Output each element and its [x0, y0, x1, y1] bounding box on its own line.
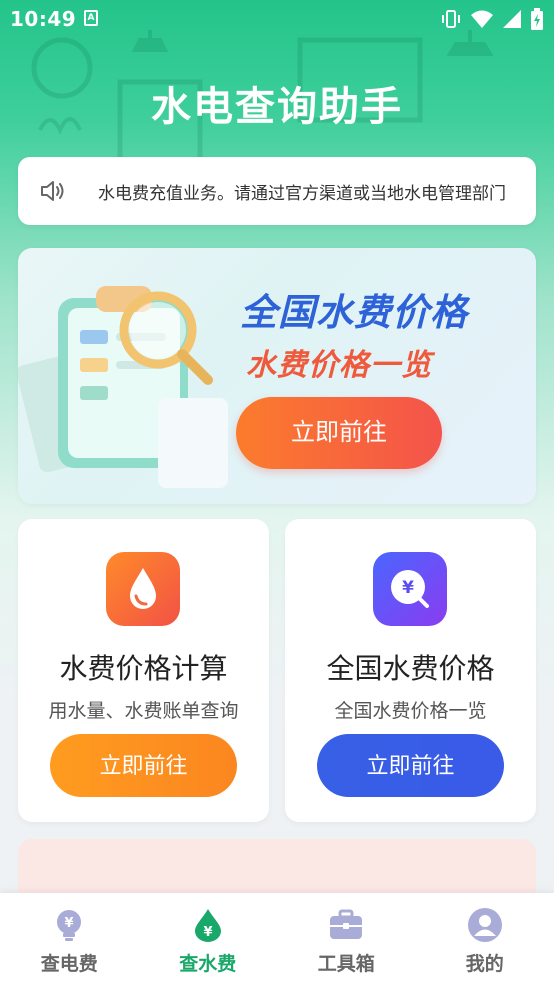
bottom-tab-bar: ¥ 查电费 ¥ 查水费 工具箱 我的 [0, 893, 554, 984]
next-card-peek [18, 839, 536, 899]
signal-icon [503, 10, 521, 28]
bulb-yuan-icon: ¥ [57, 910, 82, 941]
tab-toolbox[interactable]: 工具箱 [277, 893, 416, 984]
card-go-button[interactable]: 立即前往 [50, 734, 237, 797]
promo-banner[interactable]: 全国水费价格 水费价格一览 立即前往 [18, 248, 536, 504]
svg-text:¥: ¥ [402, 578, 414, 598]
toolbox-icon [330, 909, 363, 939]
battery-icon [531, 8, 543, 30]
status-time: 10:49 [10, 7, 77, 31]
tab-me[interactable]: 我的 [416, 893, 554, 984]
drop-yuan-icon: ¥ [194, 909, 221, 942]
card-title: 全国水费价格 [326, 652, 495, 685]
tab-label: 查水费 [179, 953, 237, 975]
card-subtitle: 用水量、水费账单查询 [48, 700, 239, 722]
banner-go-button[interactable]: 立即前往 [236, 397, 442, 469]
svg-text:¥: ¥ [203, 925, 212, 940]
tab-electricity[interactable]: ¥ 查电费 [0, 893, 139, 984]
tab-label: 工具箱 [317, 953, 375, 975]
wifi-icon [471, 10, 493, 28]
notice-bar[interactable]: 水电费充值业务。请通过官方渠道或当地水电管理部门 [18, 157, 536, 225]
yuan-search-icon: ¥ [373, 552, 447, 626]
water-drop-icon [106, 552, 180, 626]
card-subtitle: 全国水费价格一览 [334, 700, 487, 722]
app-title: 水电查询助手 [151, 84, 403, 130]
tab-water[interactable]: ¥ 查水费 [139, 893, 278, 984]
vibrate-icon [442, 10, 460, 28]
tab-label: 查电费 [40, 953, 98, 975]
speaker-icon [41, 181, 64, 201]
notice-text: 水电费充值业务。请通过官方渠道或当地水电管理部门 [98, 184, 506, 204]
card-title: 水费价格计算 [59, 652, 228, 685]
water-fee-calculator-card[interactable]: 水费价格计算 用水量、水费账单查询 立即前往 [18, 519, 269, 822]
national-water-price-card[interactable]: ¥ 全国水费价格 全国水费价格一览 立即前往 [285, 519, 536, 822]
card-go-button[interactable]: 立即前往 [317, 734, 504, 797]
keyboard-badge-icon: A [84, 10, 98, 26]
tab-label: 我的 [465, 953, 504, 975]
svg-text:¥: ¥ [65, 916, 74, 931]
banner-title: 全国水费价格 [240, 291, 468, 334]
clipboard-search-illustration [18, 286, 228, 488]
banner-subtitle: 水费价格一览 [246, 348, 432, 383]
status-icons [440, 8, 544, 30]
person-icon [467, 908, 502, 942]
